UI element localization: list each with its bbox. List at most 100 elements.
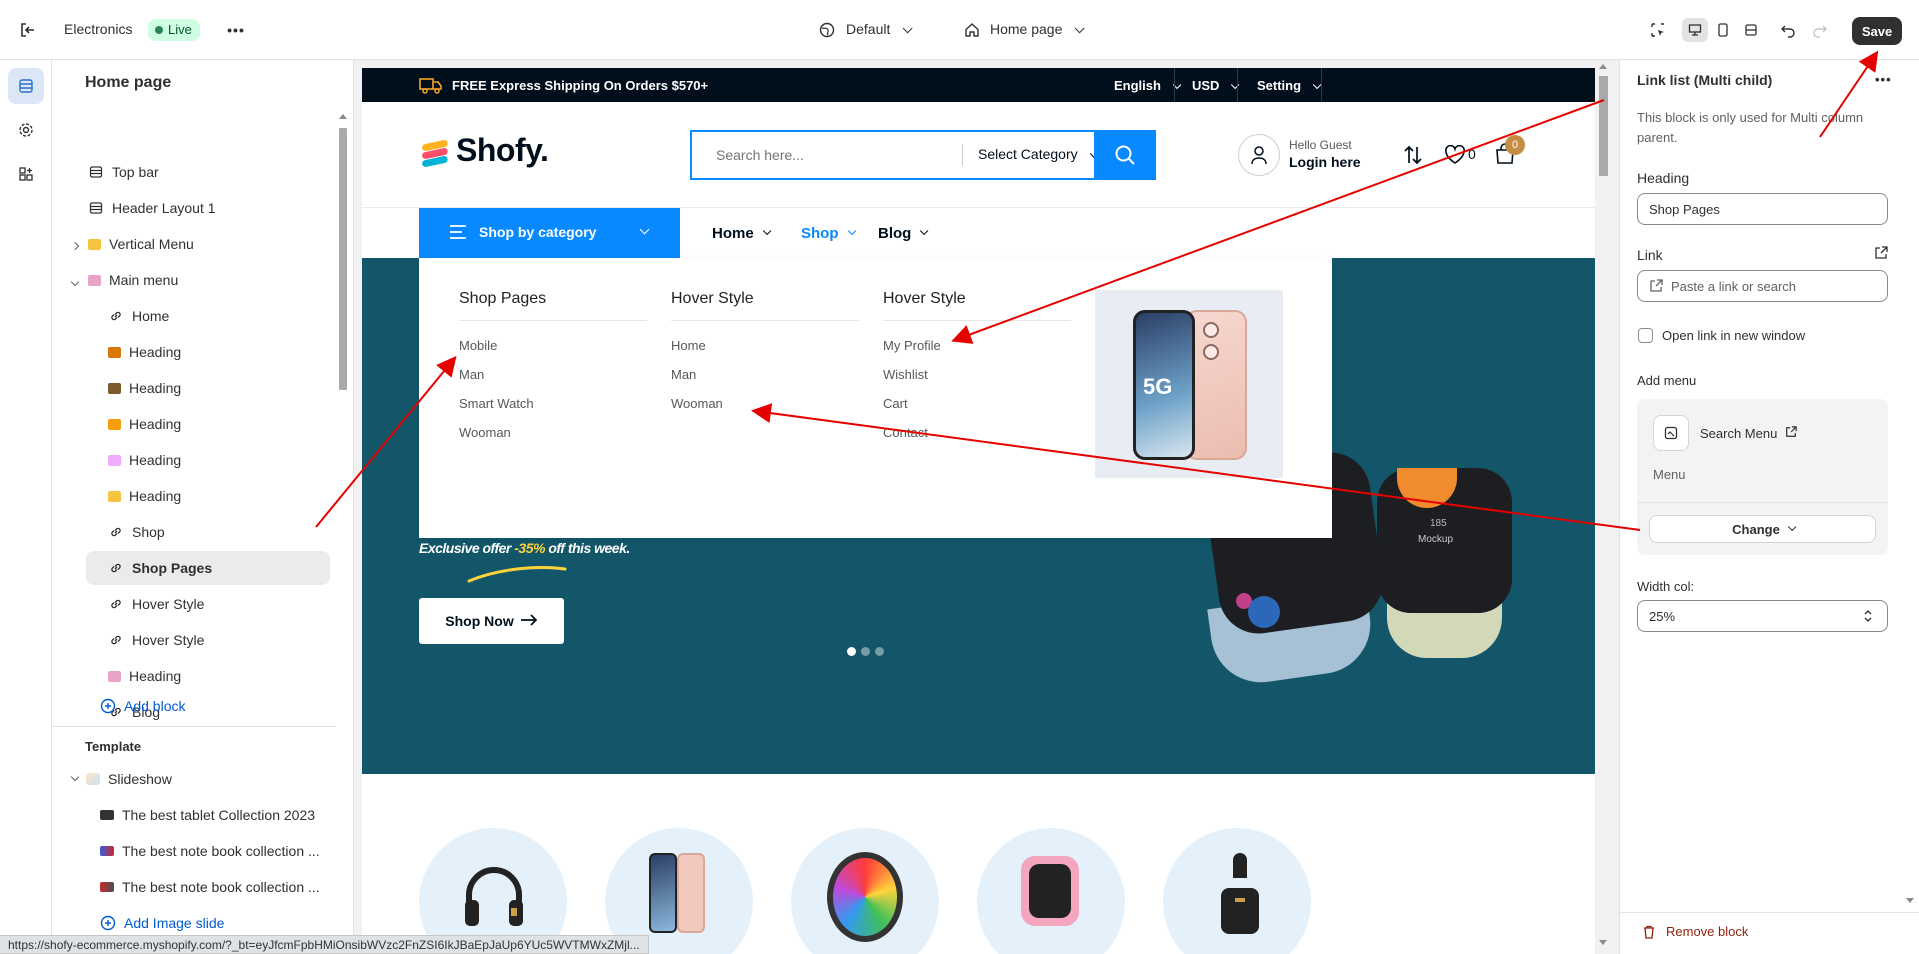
image-thumb-icon [108,382,121,394]
mega-link[interactable]: Wishlist [883,367,928,382]
sidebar-item-selected[interactable]: Shop Pages [86,551,330,585]
mega-link[interactable]: Home [671,338,706,353]
shop-now-button[interactable]: Shop Now [419,598,564,644]
user-avatar-icon[interactable] [1238,134,1280,176]
remove-block-button[interactable]: Remove block [1642,924,1748,939]
setting-select[interactable]: Setting [1257,78,1322,93]
sidebar-item[interactable]: Shop [86,515,165,549]
sidebar-scroll-thumb[interactable] [339,128,347,390]
nav-shop[interactable]: Shop [801,208,856,258]
external-link-icon[interactable] [1874,246,1888,263]
sidebar-item[interactable]: Header Layout 1 [66,191,216,225]
sections-tab[interactable] [8,68,44,104]
apps-tab[interactable] [8,156,44,192]
slider-dot[interactable] [861,647,870,656]
more-icon[interactable]: ••• [226,20,246,40]
slide-item[interactable]: The best note book collection ... [100,870,320,904]
mega-link[interactable]: Man [671,367,696,382]
save-button[interactable]: Save [1852,17,1902,45]
search-input[interactable] [692,132,962,178]
arrow-right-icon [520,613,538,629]
category-circle[interactable] [1163,828,1311,954]
mega-link[interactable]: My Profile [883,338,941,353]
slider-dot[interactable] [875,647,884,656]
chevron-right-icon[interactable] [66,236,88,252]
menu-name[interactable]: Search Menu [1700,426,1777,441]
mega-column-title[interactable]: Shop Pages [459,290,546,308]
login-link[interactable]: Login here [1289,154,1361,170]
slide-label: The best tablet Collection 2023 [122,807,316,823]
mega-column-title[interactable]: Hover Style [671,290,754,308]
fullwidth-view-icon[interactable] [1738,18,1764,42]
mega-link[interactable]: Man [459,367,484,382]
slider-dot-active[interactable] [847,647,856,656]
exit-icon[interactable] [18,20,38,40]
mega-column-title[interactable]: Hover Style [883,290,966,308]
theme-settings-tab[interactable] [8,112,44,148]
link-icon [108,524,124,540]
category-circle[interactable] [791,828,939,954]
currency-select[interactable]: USD [1192,78,1240,93]
search-button[interactable] [1094,130,1156,180]
mega-link[interactable]: Wooman [671,396,723,411]
slide-label: The best note book collection ... [122,879,320,895]
mega-link[interactable]: Wooman [459,425,511,440]
new-window-label[interactable]: Open link in new window [1662,328,1805,343]
mega-link[interactable]: Smart Watch [459,396,534,411]
sidebar-item[interactable]: Heading [86,443,181,477]
page-select-label: Home page [990,21,1063,37]
hero-offer-prefix: Exclusive offer [419,540,515,556]
heading-field[interactable]: Shop Pages [1637,193,1888,225]
sidebar-item[interactable]: Vertical Menu [66,227,194,261]
desktop-view-icon[interactable] [1682,18,1708,42]
mega-menu-phone-image[interactable]: 5G [1095,290,1283,478]
slideshow-section[interactable]: Slideshow [66,762,172,796]
link-field[interactable]: Paste a link or search [1637,270,1888,302]
canvas-scroll-thumb[interactable] [1599,76,1608,176]
page-select[interactable]: Home page [990,21,1085,37]
chevron-down-icon[interactable] [66,272,88,288]
mega-link[interactable]: Cart [883,396,908,411]
slide-item[interactable]: The best note book collection ... [100,834,320,868]
inspector-icon[interactable] [1648,20,1668,40]
undo-icon[interactable] [1778,20,1798,40]
more-icon[interactable]: ••• [1875,72,1892,87]
category-circle[interactable] [977,828,1125,954]
sidebar-item[interactable]: Heading [86,371,181,405]
sidebar-item[interactable]: Heading [86,407,181,441]
mega-link[interactable]: Mobile [459,338,497,353]
sidebar-item[interactable]: Heading [86,659,181,693]
sidebar-item[interactable]: Home [86,299,169,333]
cpu-cooler-icon [827,852,903,942]
sidebar-item[interactable]: Heading [86,335,181,369]
chevron-down-icon [762,226,772,236]
mobile-view-icon[interactable] [1710,18,1736,42]
sidebar-item[interactable]: Top bar [66,155,159,189]
sidebar-scrollbar[interactable] [336,112,350,944]
sidebar-item[interactable]: Hover Style [86,623,204,657]
new-window-checkbox[interactable] [1638,328,1653,343]
compare-icon[interactable] [1402,144,1424,169]
mega-link[interactable]: Contact [883,425,928,440]
theme-select[interactable]: Default [846,21,913,37]
sidebar-item[interactable]: Main menu [66,263,178,297]
category-select[interactable]: Select Category [978,146,1098,162]
sidebar-item[interactable]: Heading [86,479,181,513]
wishlist-icon[interactable] [1444,144,1466,168]
add-block-button[interactable]: Add block [100,689,185,723]
hero-offer-suffix: off this week. [544,540,630,556]
nav-home[interactable]: Home [712,208,772,258]
sidebar-item[interactable]: Hover Style [86,587,204,621]
width-col-select[interactable]: 25% [1637,600,1888,632]
truck-icon [419,76,443,97]
store-logo[interactable]: Shofy. [456,132,549,169]
nav-blog[interactable]: Blog [878,208,929,258]
redo-icon[interactable] [1810,20,1830,40]
slide-item[interactable]: The best tablet Collection 2023 [100,798,315,832]
language-select[interactable]: English [1114,78,1181,93]
change-menu-button[interactable]: Change [1649,515,1876,543]
sidebar-item-label: Main menu [109,272,179,288]
canvas-scrollbar[interactable] [1595,60,1611,954]
external-link-icon[interactable] [1785,425,1797,441]
store-name[interactable]: Electronics [64,21,132,37]
